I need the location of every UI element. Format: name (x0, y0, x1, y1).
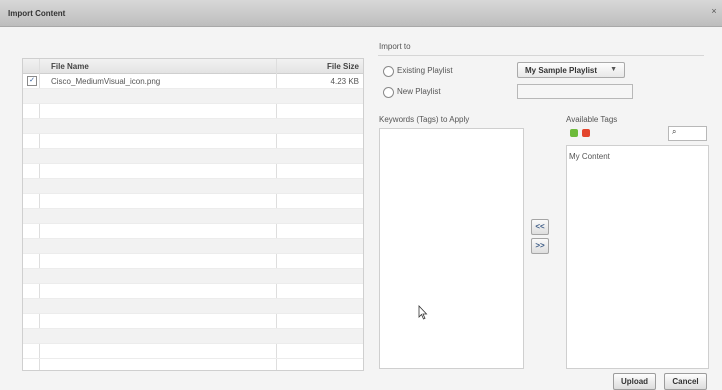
checkbox-icon[interactable]: ✓ (27, 76, 37, 86)
mouse-cursor-icon (418, 305, 428, 320)
existing-playlist-radio[interactable] (383, 66, 394, 77)
tags-to-apply-label: Keywords (Tags) to Apply (379, 115, 470, 124)
table-row (23, 164, 363, 179)
file-table: File Name File Size ✓ Cisco_MediumVisual… (22, 58, 364, 371)
table-row (23, 224, 363, 239)
upload-button[interactable]: Upload (613, 373, 656, 390)
table-row (23, 194, 363, 209)
close-icon[interactable]: × (709, 6, 719, 16)
window-title: Import Content (8, 9, 66, 18)
table-row (23, 344, 363, 359)
add-tag-button[interactable]: << (531, 219, 549, 235)
title-bar: Import Content × (0, 0, 722, 27)
table-row (23, 179, 363, 194)
table-row (23, 239, 363, 254)
table-row (23, 299, 363, 314)
add-tag-icon[interactable] (570, 129, 578, 137)
table-row (23, 149, 363, 164)
table-row (23, 314, 363, 329)
table-header: File Name File Size (23, 59, 363, 74)
table-row (23, 254, 363, 269)
table-row (23, 89, 363, 104)
remove-tag-button[interactable]: >> (531, 238, 549, 254)
available-tags-label: Available Tags (566, 115, 618, 124)
search-icon: ⌕ (672, 127, 677, 136)
cancel-button[interactable]: Cancel (664, 373, 707, 390)
table-row (23, 284, 363, 299)
delete-tag-icon[interactable] (582, 129, 590, 137)
table-row (23, 209, 363, 224)
table-row (23, 119, 363, 134)
existing-playlist-label: Existing Playlist (397, 66, 453, 75)
table-row (23, 104, 363, 119)
dropdown-arrow-icon: ▼ (610, 66, 617, 73)
available-tags-list[interactable]: My Content (566, 145, 709, 369)
new-playlist-radio[interactable] (383, 87, 394, 98)
list-item[interactable]: My Content (569, 152, 610, 161)
new-playlist-label: New Playlist (397, 87, 441, 96)
tag-search-input[interactable]: ⌕ (668, 126, 707, 141)
file-name-header[interactable]: File Name (51, 62, 89, 71)
playlist-select[interactable]: My Sample Playlist ▼ (517, 62, 625, 78)
import-to-label: Import to (379, 42, 411, 51)
table-row (23, 269, 363, 284)
file-size-cell: 4.23 KB (330, 77, 359, 86)
new-playlist-input[interactable] (517, 84, 633, 99)
table-row (23, 134, 363, 149)
file-size-header[interactable]: File Size (327, 62, 359, 71)
playlist-select-value: My Sample Playlist (525, 66, 598, 75)
file-name-cell: Cisco_MediumVisual_icon.png (51, 77, 161, 86)
table-row[interactable]: ✓ Cisco_MediumVisual_icon.png 4.23 KB (23, 74, 363, 89)
tags-to-apply-list[interactable] (379, 128, 524, 369)
table-row (23, 329, 363, 344)
